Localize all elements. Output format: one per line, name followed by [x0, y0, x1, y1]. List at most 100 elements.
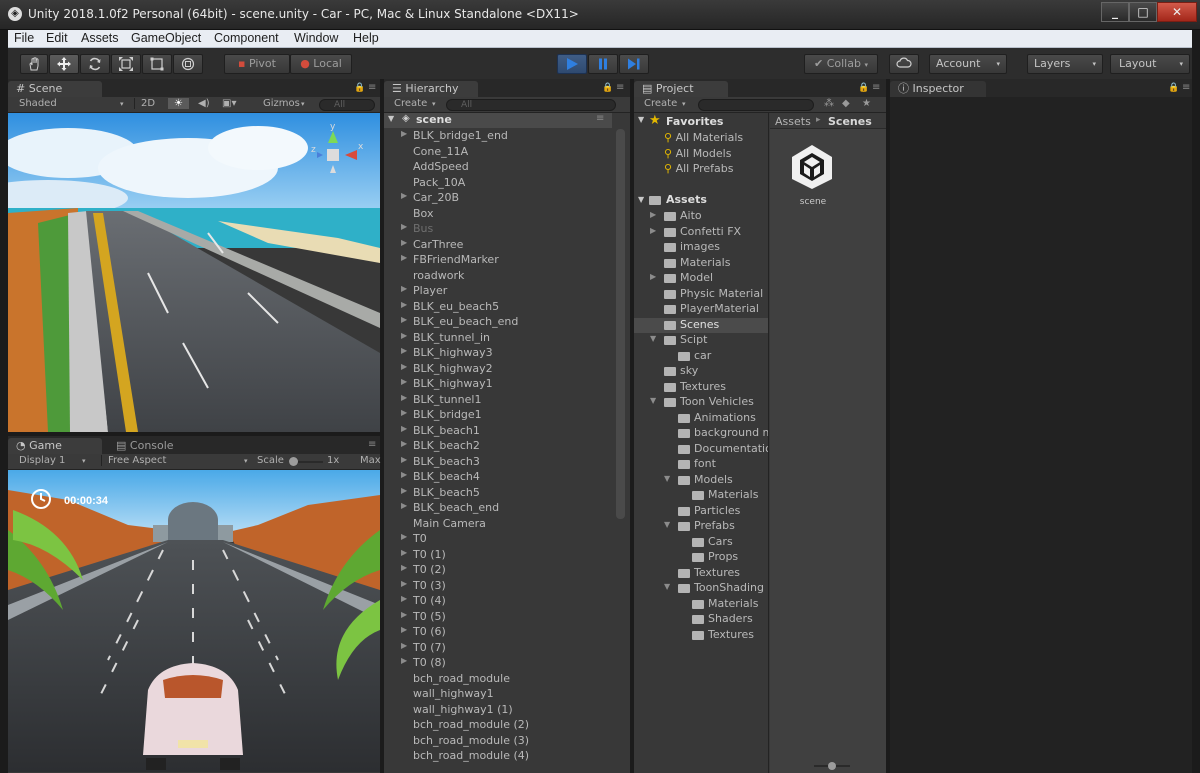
icon-size-slider-thumb[interactable] [828, 762, 836, 770]
hierarchy-item[interactable]: ▶ BLK_highway2 [401, 362, 493, 378]
shading-mode-dropdown[interactable]: Shaded [19, 98, 57, 109]
hierarchy-item[interactable]: bch_road_module (4) [413, 749, 529, 765]
hierarchy-item[interactable]: ▶ BLK_beach5 [401, 486, 480, 502]
hierarchy-item[interactable]: bch_road_module (3) [413, 734, 529, 750]
menu-file[interactable]: File [14, 31, 34, 45]
expand-arrow-icon[interactable]: ▶ [401, 656, 407, 665]
menu-help[interactable]: Help [353, 31, 379, 45]
project-folder-item[interactable]: font [634, 457, 768, 473]
step-button[interactable] [619, 54, 649, 74]
expand-arrow-icon[interactable]: ▶ [401, 331, 407, 340]
hierarchy-item[interactable]: Pack_10A [413, 176, 465, 192]
hierarchy-item[interactable]: ▶ T0 (2) [401, 563, 446, 579]
favorite-star-icon[interactable]: ★ [862, 98, 871, 109]
expand-arrow-icon[interactable]: ▶ [401, 238, 407, 247]
maximize-on-play-toggle[interactable]: Max [360, 455, 381, 466]
account-dropdown[interactable]: Account ▾ [929, 54, 1007, 74]
hierarchy-item[interactable]: ▶ T0 (6) [401, 625, 446, 641]
hand-tool-button[interactable] [20, 54, 48, 74]
expand-arrow-icon[interactable]: ▶ [401, 610, 407, 619]
project-folder-item[interactable]: ▶ Model [634, 271, 768, 287]
expand-arrow-icon[interactable]: ▶ [401, 501, 407, 510]
hierarchy-item[interactable]: ▶ BLK_bridge1_end [401, 129, 508, 145]
scene-asset-item[interactable]: scene [788, 143, 838, 213]
expand-arrow-icon[interactable]: ▶ [401, 439, 407, 448]
2d-toggle[interactable]: 2D [134, 98, 155, 109]
expand-arrow-icon[interactable]: ▶ [650, 272, 656, 281]
assets-root-label[interactable]: Assets [666, 193, 707, 206]
project-folder-item[interactable]: ▶ Confetti FX [634, 225, 768, 241]
hierarchy-item[interactable]: ▶ Car_20B [401, 191, 459, 207]
favorite-item[interactable]: ⚲ All Models [664, 147, 731, 163]
project-folder-item[interactable]: background m [634, 426, 768, 442]
project-folder-item[interactable]: sky [634, 364, 768, 380]
hierarchy-create-dropdown[interactable]: Create [394, 98, 427, 109]
menu-window[interactable]: Window [294, 31, 338, 45]
filter-type-icon[interactable]: ⁂ [824, 98, 834, 109]
tab-console[interactable]: ▤ Console [108, 438, 208, 454]
hierarchy-item[interactable]: ▶ CarThree [401, 238, 463, 254]
project-folder-item[interactable]: Props [634, 550, 768, 566]
project-folder-item[interactable]: PlayerMaterial [634, 302, 768, 318]
expand-arrow-icon[interactable]: ▶ [401, 362, 407, 371]
project-folder-item[interactable]: Materials [634, 597, 768, 613]
expand-arrow-icon[interactable]: ▼ [664, 520, 670, 529]
hierarchy-item[interactable]: ▶ BLK_beach3 [401, 455, 480, 471]
hierarchy-item[interactable]: bch_road_module [413, 672, 510, 688]
menu-edit[interactable]: Edit [46, 31, 68, 45]
hierarchy-item[interactable]: bch_road_module (2) [413, 718, 529, 734]
menu-assets[interactable]: Assets [81, 31, 119, 45]
project-folder-item[interactable]: ▼ Models [634, 473, 768, 489]
expand-arrow-icon[interactable]: ▶ [401, 300, 407, 309]
project-folder-item[interactable]: Materials [634, 256, 768, 272]
project-folder-item[interactable]: ▼ Prefabs [634, 519, 768, 535]
lock-icon[interactable]: 🔒 [602, 83, 613, 93]
pause-button[interactable] [588, 54, 618, 74]
lock-icon[interactable]: 🔒 [354, 83, 365, 93]
expand-arrow-icon[interactable]: ▶ [401, 129, 407, 138]
project-folder-item[interactable]: Textures [634, 380, 768, 396]
hierarchy-item[interactable]: ▶ BLK_tunnel_in [401, 331, 490, 347]
lock-icon[interactable]: 🔒 [1168, 83, 1179, 93]
project-folder-item[interactable]: Documentatio [634, 442, 768, 458]
panel-menu-icon[interactable]: ≡ [872, 82, 880, 93]
expand-arrow-icon[interactable]: ▶ [401, 579, 407, 588]
expand-arrow-icon[interactable]: ▶ [401, 191, 407, 200]
panel-menu-icon[interactable]: ≡ [368, 82, 376, 93]
hierarchy-item[interactable]: ▶ FBFriendMarker [401, 253, 499, 269]
hierarchy-item[interactable]: Box [413, 207, 433, 223]
project-folder-item[interactable]: Materials [634, 488, 768, 504]
project-folder-item[interactable]: ▼ Scipt [634, 333, 768, 349]
tab-project[interactable]: ▤ Project [634, 81, 728, 97]
expand-arrow-icon[interactable]: ▶ [401, 548, 407, 557]
expand-arrow-icon[interactable]: ▶ [401, 284, 407, 293]
row-menu-icon[interactable]: ≡ [596, 113, 604, 124]
hierarchy-item[interactable]: AddSpeed [413, 160, 469, 176]
expand-arrow-icon[interactable]: ▶ [401, 563, 407, 572]
expand-arrow-icon[interactable]: ▶ [401, 253, 407, 262]
project-folder-item[interactable]: Scenes [634, 317, 768, 333]
display-dropdown[interactable]: Display 1 [19, 455, 65, 466]
cloud-button[interactable] [889, 54, 919, 74]
expand-arrow-icon[interactable]: ▶ [401, 625, 407, 634]
expand-arrow-icon[interactable]: ▶ [401, 315, 407, 324]
project-folder-item[interactable]: ▼ ToonShading [634, 581, 768, 597]
lock-icon[interactable]: 🔒 [858, 83, 869, 93]
expand-arrow-icon[interactable]: ▶ [401, 393, 407, 402]
scene-viewport[interactable]: y x z [8, 113, 380, 432]
expand-arrow-icon[interactable]: ▶ [401, 222, 407, 231]
hierarchy-item[interactable]: ▶ BLK_beach_end [401, 501, 499, 517]
hierarchy-scrollbar[interactable] [616, 129, 625, 519]
expand-arrow-icon[interactable]: ▶ [401, 470, 407, 479]
project-search-input[interactable] [698, 99, 814, 111]
project-folder-item[interactable]: images [634, 240, 768, 256]
collab-dropdown[interactable]: ✔ Collab ▾ [804, 54, 878, 74]
hierarchy-search-input[interactable]: All [446, 99, 616, 111]
close-button[interactable]: ✕ [1157, 2, 1197, 22]
project-folder-item[interactable]: car [634, 349, 768, 365]
tab-hierarchy[interactable]: ☰ Hierarchy [384, 81, 478, 97]
aspect-dropdown[interactable]: Free Aspect [101, 455, 166, 466]
expand-arrow-icon[interactable]: ▶ [401, 641, 407, 650]
expand-arrow-icon[interactable]: ▼ [664, 474, 670, 483]
hierarchy-item[interactable]: ▶ T0 (8) [401, 656, 446, 672]
